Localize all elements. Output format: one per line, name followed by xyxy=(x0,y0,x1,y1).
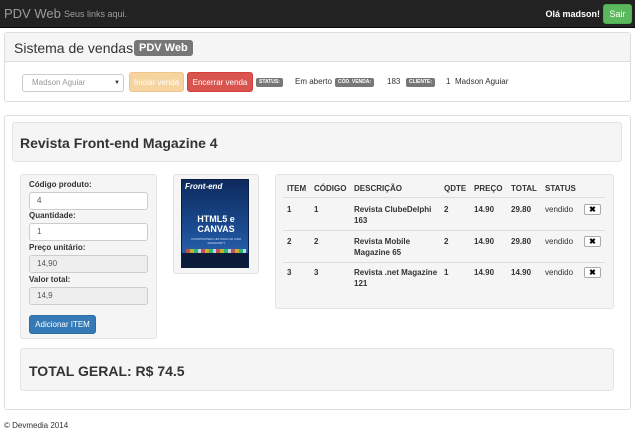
col-header-status: STATUS xyxy=(545,184,576,193)
cell-description-line1: Revista Mobile xyxy=(354,237,411,246)
cell-description-line1: Revista ClubeDelphi xyxy=(354,205,432,214)
cell-status: vendido xyxy=(545,205,574,214)
total-value-label: Valor total: xyxy=(29,275,71,284)
cell-qty: 1 xyxy=(444,268,449,277)
close-icon: ✖ xyxy=(589,205,596,214)
logout-button[interactable]: Sair xyxy=(603,4,632,24)
cell-item: 2 xyxy=(287,237,292,246)
col-header-description: DESCRIÇÃO xyxy=(354,184,403,193)
cell-description-line2: 121 xyxy=(354,279,368,288)
footer: © Devmedia 2014 xyxy=(4,421,69,430)
brand[interactable]: PDV Web xyxy=(4,6,61,21)
product-code-label: Código produto: xyxy=(29,180,92,189)
cover-headline-1: HTML5 e xyxy=(197,214,235,224)
product-cover-image: Front-end HTML5 e CANVAS CONSTRUINDO UM … xyxy=(181,179,249,268)
cell-qty: 2 xyxy=(444,205,449,214)
product-code-input[interactable]: 4 xyxy=(29,192,148,210)
remove-item-button[interactable]: ✖ xyxy=(584,267,601,278)
cell-qty: 2 xyxy=(444,237,449,246)
navbar: PDV Web Seus links aqui. Olá madson! Sai… xyxy=(0,0,635,28)
cell-description-line2: Magazine 65 xyxy=(354,248,402,257)
cell-total: 29.80 xyxy=(511,205,532,214)
quantity-input[interactable]: 1 xyxy=(29,223,148,241)
quantity-label: Quantidade: xyxy=(29,211,76,220)
close-icon: ✖ xyxy=(589,237,596,246)
cell-item: 1 xyxy=(287,205,292,214)
cell-total: 29.80 xyxy=(511,237,532,246)
col-header-qty: QDTE xyxy=(444,184,467,193)
sale-code-value: 183 xyxy=(387,77,401,86)
remove-item-button[interactable]: ✖ xyxy=(584,204,601,215)
status-label: STATUS: xyxy=(256,78,283,87)
product-title: Revista Front-end Magazine 4 xyxy=(20,135,218,151)
cell-status: vendido xyxy=(545,268,574,277)
client-id: 1 xyxy=(446,77,451,86)
chevron-down-icon: ▼ xyxy=(114,80,120,86)
cover-base xyxy=(182,253,248,267)
unit-price-label: Preço unitário: xyxy=(29,243,86,252)
cell-code: 2 xyxy=(314,237,319,246)
close-icon: ✖ xyxy=(589,268,596,277)
cell-code: 1 xyxy=(314,205,319,214)
status-value: Em aberto xyxy=(295,77,332,86)
row-divider xyxy=(283,230,605,231)
cover-headline: HTML5 e CANVAS xyxy=(182,214,248,234)
client-select[interactable]: Madson Aguiar ▼ xyxy=(22,74,124,92)
start-sale-button[interactable]: Iniciar venda xyxy=(129,72,184,92)
nav-link[interactable]: Seus links aqui. xyxy=(64,9,127,19)
cell-price: 14.90 xyxy=(474,268,495,277)
unit-price-input: 14,90 xyxy=(29,255,148,273)
cell-description-line1: Revista .net Magazine xyxy=(354,268,438,277)
cell-price: 14.90 xyxy=(474,205,495,214)
client-label: CLIENTE: xyxy=(406,78,436,87)
cell-status: vendido xyxy=(545,237,574,246)
remove-item-button[interactable]: ✖ xyxy=(584,236,601,247)
user-greeting: Olá madson! xyxy=(545,9,600,19)
col-header-code: CÓDIGO xyxy=(314,184,347,193)
col-header-item: ITEM xyxy=(287,184,307,193)
col-header-price: PREÇO xyxy=(474,184,503,193)
total-value-input: 14,9 xyxy=(29,287,148,305)
cover-subtitle: CONSTRUINDO UM JOGO 2D COM JAVASCRIPT xyxy=(191,237,241,245)
cover-brand: Front-end xyxy=(185,182,223,191)
grand-total: TOTAL GERAL: R$ 74.5 xyxy=(29,363,185,379)
cell-item: 3 xyxy=(287,268,292,277)
cell-description-line2: 163 xyxy=(354,216,368,225)
sale-code-label: CÓD. VENDA: xyxy=(335,78,375,87)
app-badge: PDV Web xyxy=(134,40,193,56)
row-divider xyxy=(283,262,605,263)
table-header-divider xyxy=(283,197,605,198)
client-name: Madson Aguiar xyxy=(455,77,509,86)
sale-panel-header: Sistema de vendas PDV Web xyxy=(5,33,630,62)
cell-code: 3 xyxy=(314,268,319,277)
cell-total: 14.90 xyxy=(511,268,532,277)
end-sale-button[interactable]: Encerrar venda xyxy=(187,72,253,92)
client-select-value: Madson Aguiar xyxy=(32,78,86,87)
cell-price: 14.90 xyxy=(474,237,495,246)
add-item-button[interactable]: Adicionar ITEM xyxy=(29,315,96,334)
cover-headline-2: CANVAS xyxy=(197,224,235,234)
page-title: Sistema de vendas xyxy=(14,40,134,56)
col-header-total: TOTAL xyxy=(511,184,537,193)
